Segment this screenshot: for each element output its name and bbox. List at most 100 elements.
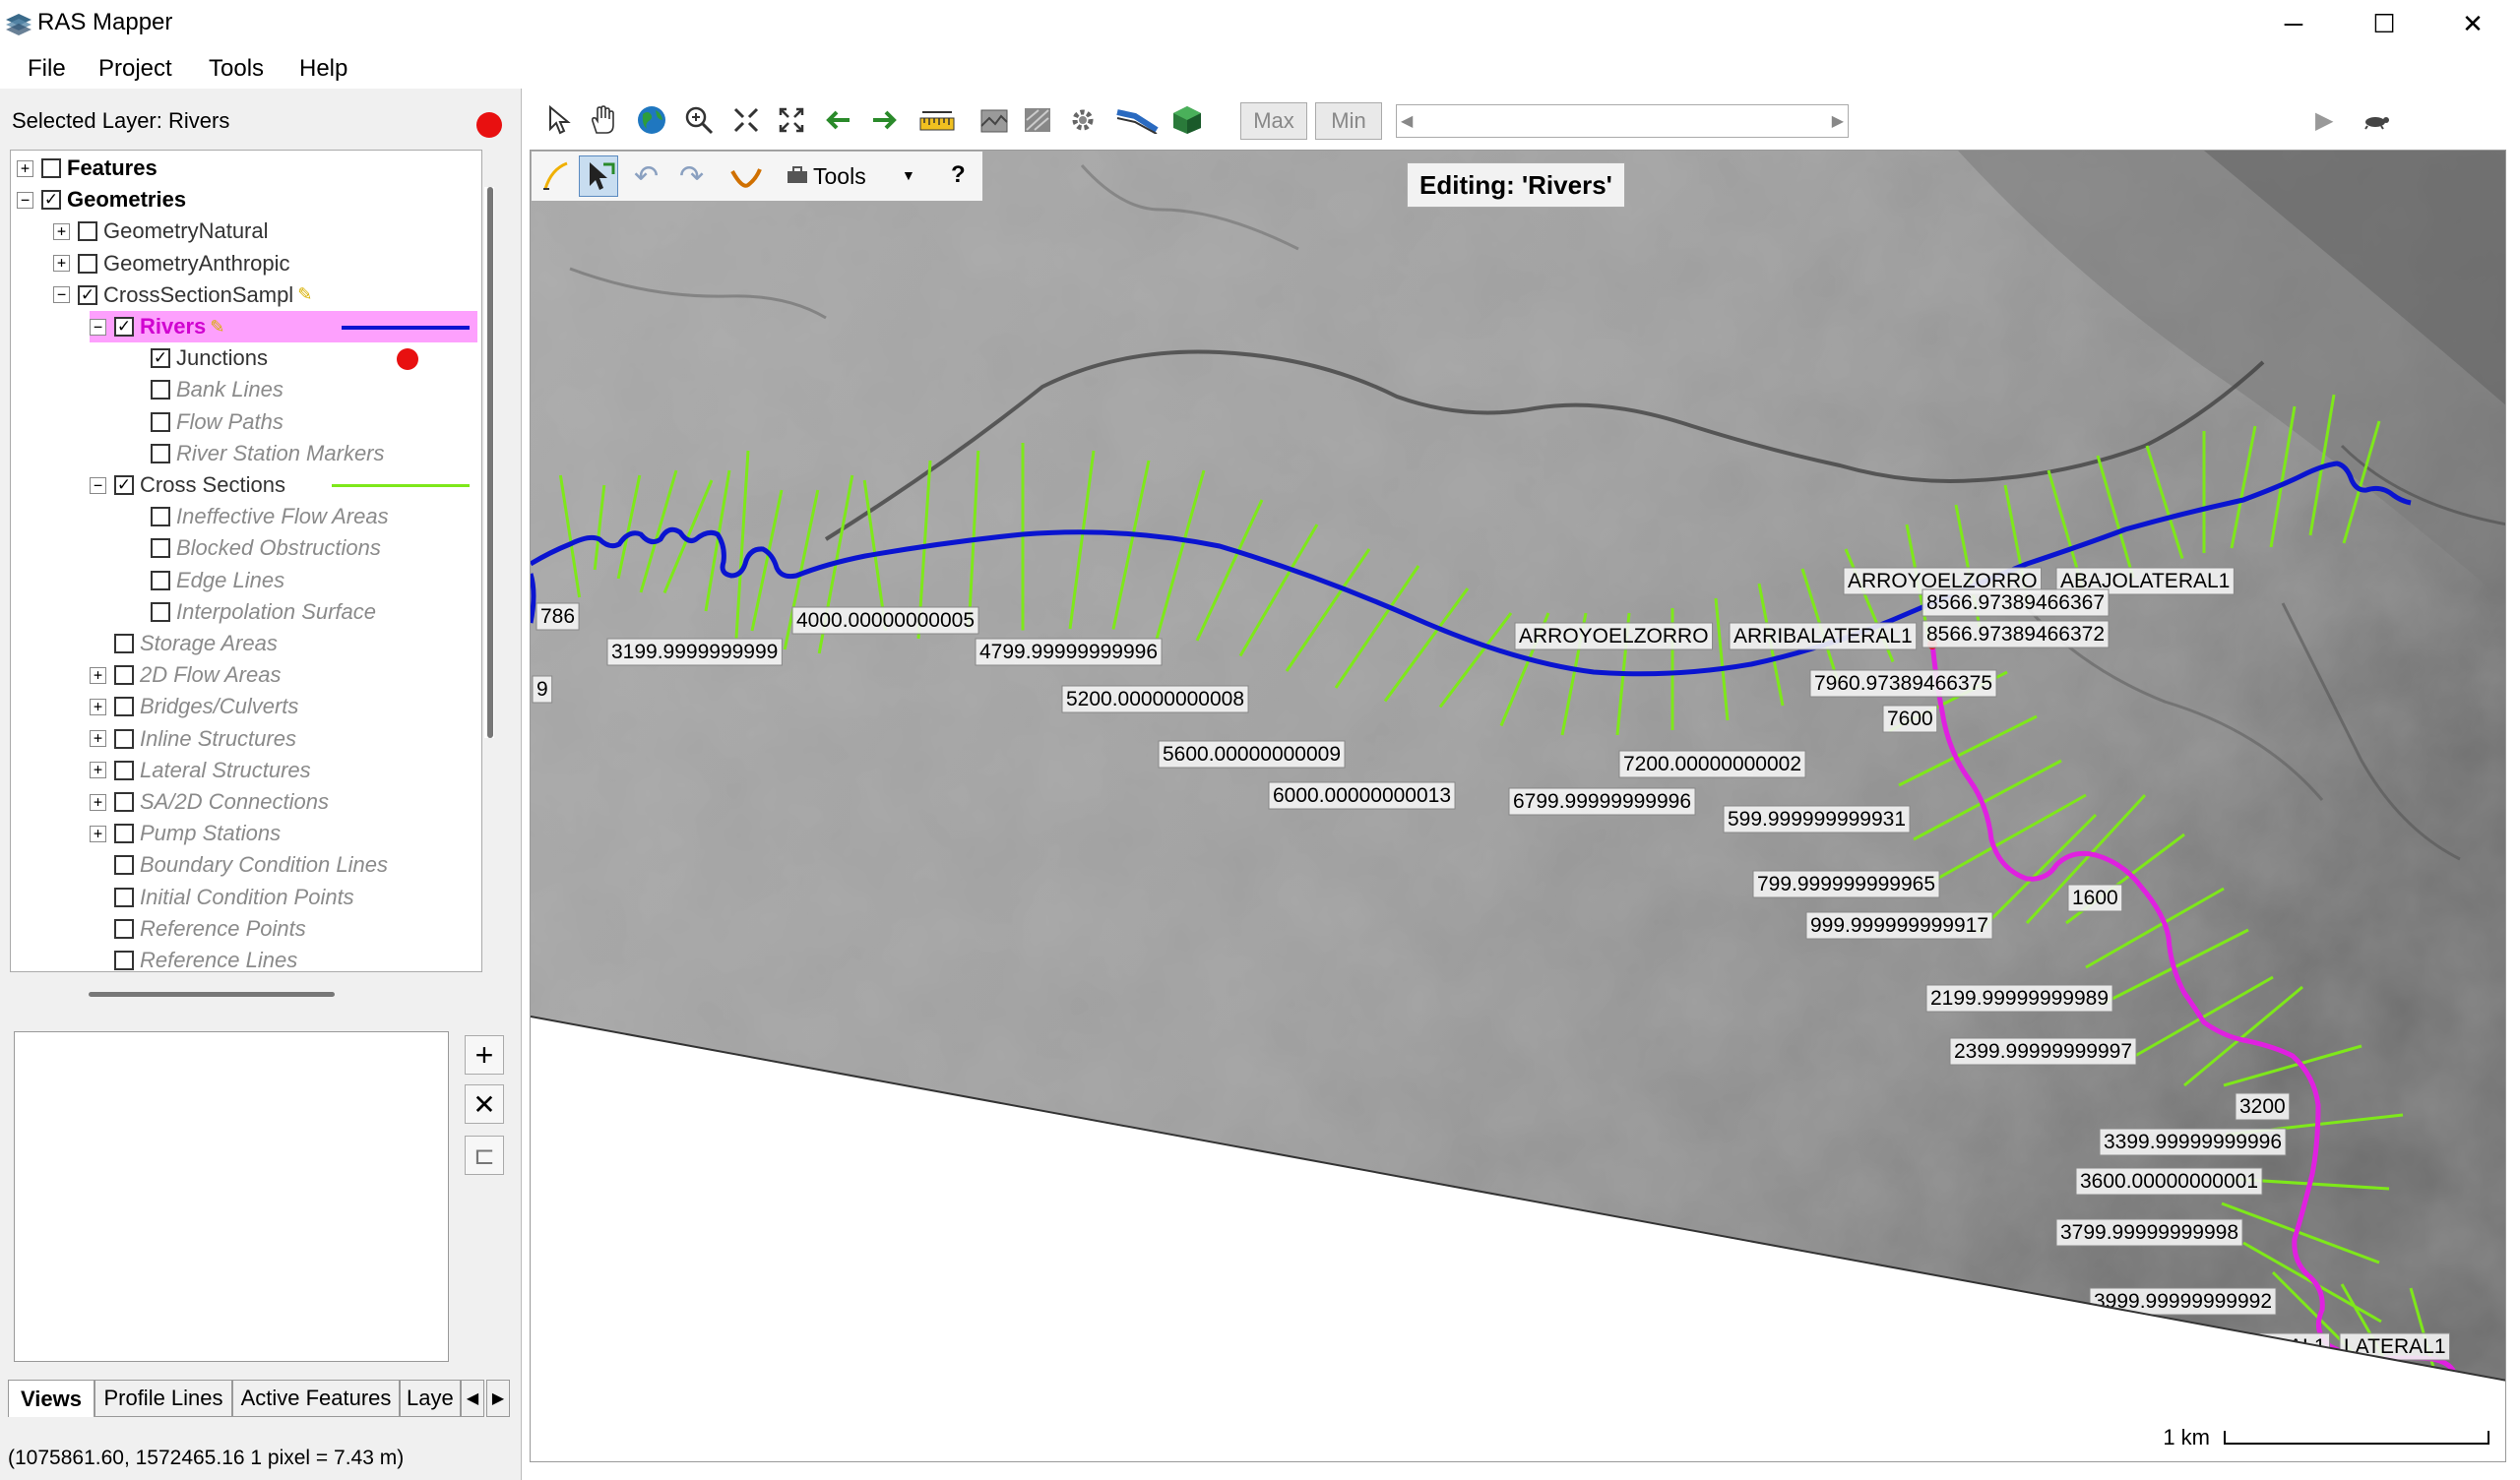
settings-gear-icon[interactable] (1065, 102, 1101, 138)
layer-visibility-checkbox[interactable] (114, 951, 134, 970)
tree-row-inline-structures[interactable]: + Inline Structures (90, 723, 296, 755)
expand-icon[interactable]: + (90, 730, 106, 748)
tree-row-geometries[interactable]: − ✓ Geometries (17, 184, 186, 216)
zoom-extents-icon[interactable] (728, 102, 764, 138)
profile-icon[interactable] (1114, 102, 1160, 138)
back-arrow-icon[interactable] (821, 102, 856, 138)
zoom-in-icon[interactable] (681, 102, 717, 138)
tree-row-edge-lines[interactable]: Edge Lines (126, 565, 284, 596)
layer-visibility-checkbox[interactable] (151, 380, 170, 401)
edit-vertices-icon[interactable] (579, 155, 618, 197)
collapse-icon[interactable]: − (90, 476, 106, 494)
draw-line-icon[interactable] (537, 157, 575, 195)
layer-image-icon[interactable] (976, 102, 1012, 138)
layer-visibility-checkbox[interactable] (114, 918, 134, 939)
layer-visibility-checkbox[interactable]: ✓ (78, 284, 97, 305)
globe-icon[interactable] (634, 102, 669, 138)
tree-horizontal-scroll-thumb[interactable] (89, 992, 335, 997)
expand-icon[interactable]: + (53, 255, 70, 273)
redo-icon[interactable]: ↷ (679, 159, 713, 193)
minimize-button[interactable]: ─ (2248, 0, 2339, 47)
tab-scroll-right-icon[interactable]: ▶ (486, 1380, 510, 1417)
menu-tools[interactable]: Tools (209, 55, 264, 83)
layer-visibility-checkbox[interactable] (151, 507, 170, 527)
full-extent-icon[interactable] (774, 102, 809, 138)
menu-project[interactable]: Project (98, 55, 172, 83)
expand-icon[interactable]: + (90, 698, 106, 715)
tools-dropdown-label[interactable]: Tools (813, 163, 866, 190)
tab-profile-lines[interactable]: Profile Lines (94, 1380, 232, 1417)
tab-scroll-left-icon[interactable]: ◀ (461, 1380, 484, 1417)
tree-row-flow-paths[interactable]: Flow Paths (126, 406, 284, 438)
forward-arrow-icon[interactable] (866, 102, 902, 138)
layer-visibility-checkbox[interactable]: ✓ (41, 190, 61, 211)
expand-icon[interactable]: + (17, 159, 33, 177)
layer-visibility-checkbox[interactable]: ✓ (151, 348, 170, 369)
3d-cube-icon[interactable] (1169, 102, 1205, 138)
close-button[interactable]: ✕ (2427, 0, 2518, 47)
layer-visibility-checkbox[interactable] (151, 411, 170, 432)
tree-row-reference-lines[interactable]: Reference Lines (90, 945, 297, 971)
tree-row-reference-points[interactable]: Reference Points (90, 913, 306, 945)
tab-layers[interactable]: Laye (400, 1380, 461, 1417)
collapse-icon[interactable]: − (53, 286, 70, 304)
expand-icon[interactable]: + (90, 825, 106, 842)
tree-row-features[interactable]: + Features (17, 153, 158, 184)
expand-icon[interactable]: + (90, 793, 106, 811)
layer-visibility-checkbox[interactable] (114, 887, 134, 907)
layer-visibility-checkbox[interactable] (114, 760, 134, 780)
tab-active-features[interactable]: Active Features (232, 1380, 400, 1417)
layer-visibility-checkbox[interactable] (78, 253, 97, 274)
layer-visibility-checkbox[interactable] (114, 792, 134, 812)
delete-view-button[interactable]: ✕ (465, 1084, 504, 1124)
slider-right-icon[interactable]: ▶ (1832, 111, 1844, 131)
tree-row-geometrynatural[interactable]: + GeometryNatural (53, 216, 269, 247)
add-view-button[interactable]: + (465, 1035, 504, 1075)
pointer-icon[interactable] (541, 102, 577, 138)
layer-visibility-checkbox[interactable] (41, 158, 61, 178)
tree-row-boundary-condition-lines[interactable]: Boundary Condition Lines (90, 849, 388, 881)
expand-icon[interactable]: + (90, 666, 106, 684)
tree-row-geometryanthropic[interactable]: + GeometryAnthropic (53, 248, 290, 279)
collapse-icon[interactable]: − (90, 318, 106, 336)
layer-visibility-checkbox[interactable] (114, 697, 134, 717)
tree-row-crosssectionsampl[interactable]: − ✓ CrossSectionSampl ✎ (53, 279, 312, 311)
max-button[interactable]: Max (1240, 102, 1307, 140)
tree-row-cross-sections[interactable]: − ✓ Cross Sections (90, 469, 285, 501)
tree-row-junctions[interactable]: ✓ Junctions (126, 342, 268, 374)
record-edit-dot-icon[interactable] (476, 112, 502, 138)
expand-icon[interactable]: + (53, 222, 70, 240)
tree-row-bank-lines[interactable]: Bank Lines (126, 374, 284, 405)
tree-row-river-station-markers[interactable]: River Station Markers (126, 438, 385, 469)
map-canvas[interactable]: ARROYOELZORRO ABAJOLATERAL1 ARROYOELZORRO A… (530, 150, 2506, 1462)
layer-visibility-checkbox[interactable] (114, 665, 134, 686)
tree-row-sa-2d-connections[interactable]: + SA/2D Connections (90, 786, 329, 818)
collapse-icon[interactable]: − (17, 191, 33, 209)
tree-row-interpolation-surface[interactable]: Interpolation Surface (126, 596, 376, 628)
min-button[interactable]: Min (1315, 102, 1382, 140)
tree-row-bridges-culverts[interactable]: + Bridges/Culverts (90, 691, 298, 722)
layer-visibility-checkbox[interactable] (114, 634, 134, 653)
layer-visibility-checkbox[interactable] (151, 570, 170, 590)
tree-row-storage-areas[interactable]: Storage Areas (90, 628, 278, 659)
tools-icon[interactable] (786, 163, 809, 187)
layer-visibility-checkbox[interactable]: ✓ (114, 317, 134, 337)
expand-icon[interactable]: + (90, 762, 106, 779)
play-icon[interactable]: ▶ (2315, 106, 2333, 135)
tools-dropdown-arrow-icon[interactable]: ▼ (902, 167, 915, 183)
undo-icon[interactable]: ↶ (634, 159, 667, 193)
layer-visibility-checkbox[interactable]: ✓ (114, 475, 134, 495)
animation-speed-icon[interactable] (2359, 102, 2394, 138)
tree-row-ineffective-flow-areas[interactable]: Ineffective Flow Areas (126, 501, 389, 532)
maximize-button[interactable]: ☐ (2339, 0, 2429, 47)
tab-views[interactable]: Views (8, 1380, 94, 1417)
slider-left-icon[interactable]: ◀ (1401, 111, 1413, 131)
tree-row-lateral-structures[interactable]: + Lateral Structures (90, 755, 311, 786)
tree-row-initial-condition-points[interactable]: Initial Condition Points (90, 882, 354, 913)
tree-row-blocked-obstructions[interactable]: Blocked Obstructions (126, 532, 381, 564)
measure-ruler-icon[interactable] (915, 102, 959, 138)
layer-visibility-checkbox[interactable] (151, 443, 170, 463)
tree-row-2d-flow-areas[interactable]: +2D Flow Areas (90, 659, 281, 691)
views-list[interactable] (14, 1031, 449, 1362)
layer-visibility-checkbox[interactable] (151, 538, 170, 559)
